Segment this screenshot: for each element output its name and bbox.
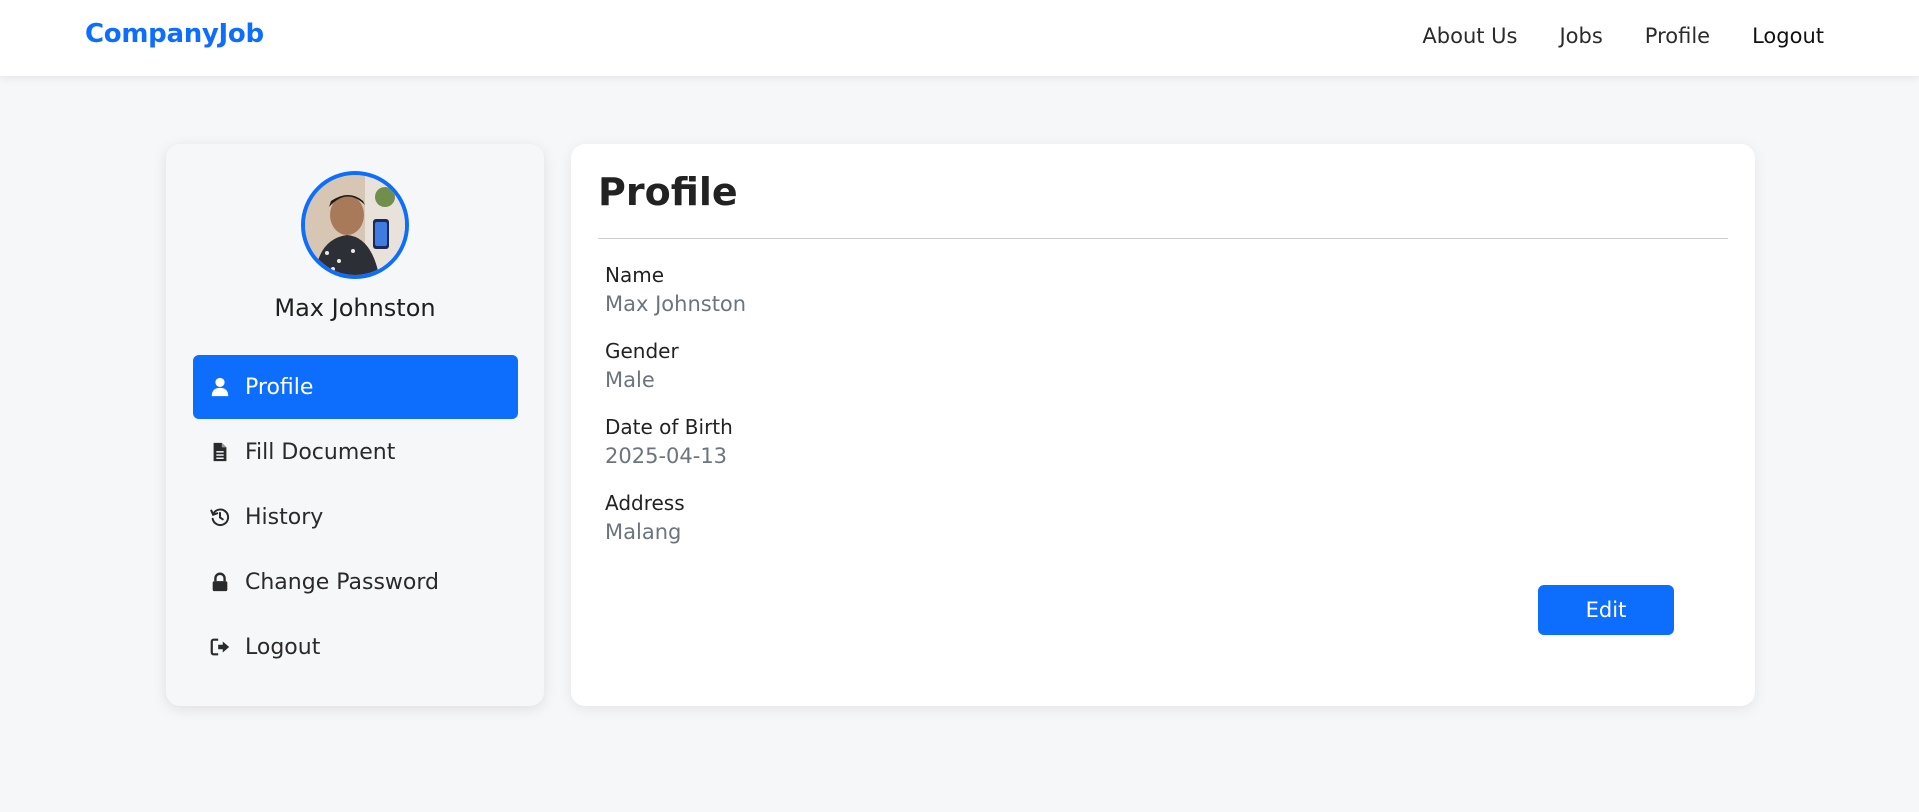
field-address: Address Malang (605, 490, 746, 566)
sidebar-item-label: Profile (245, 374, 314, 400)
field-value: 2025-04-13 (605, 444, 728, 468)
user-icon (209, 376, 231, 398)
field-value: Male (605, 368, 655, 392)
field-value: Malang (605, 520, 682, 544)
user-name: Max Johnston (274, 294, 436, 322)
field-gender: Gender Male (605, 338, 746, 414)
history-icon (209, 506, 231, 528)
nav-link-about-us[interactable]: About Us (1422, 24, 1517, 48)
sidebar-item-change-password[interactable]: Change Password (193, 550, 518, 614)
avatar-photo (305, 175, 405, 275)
field-label: Gender (605, 339, 679, 363)
sidebar-item-label: Logout (245, 634, 321, 660)
nav-links: About Us Jobs Profile Logout (1422, 0, 1824, 72)
sign-out-icon (209, 636, 231, 658)
sidebar-item-label: Change Password (245, 569, 439, 595)
top-navbar: CompanyJob About Us Jobs Profile Logout (0, 0, 1919, 76)
profile-sidebar: Max Johnston Profile Fill Document Histo… (166, 144, 544, 706)
field-name: Name Max Johnston (605, 262, 746, 338)
nav-link-jobs[interactable]: Jobs (1559, 24, 1602, 48)
sidebar-item-profile[interactable]: Profile (193, 355, 518, 419)
avatar (301, 171, 409, 279)
brand-logo[interactable]: CompanyJob (85, 19, 264, 49)
divider (598, 238, 1728, 239)
profile-fields: Name Max Johnston Gender Male Date of Bi… (605, 262, 746, 566)
edit-button[interactable]: Edit (1538, 585, 1674, 635)
field-label: Date of Birth (605, 415, 733, 439)
sidebar-item-history[interactable]: History (193, 485, 518, 549)
field-date-of-birth: Date of Birth 2025-04-13 (605, 414, 746, 490)
sidebar-item-logout[interactable]: Logout (193, 615, 518, 679)
field-value: Max Johnston (605, 292, 747, 316)
sidebar-item-fill-document[interactable]: Fill Document (193, 420, 518, 484)
sidebar-item-label: Fill Document (245, 439, 396, 465)
sidebar-menu: Profile Fill Document History Change Pas… (193, 355, 518, 680)
profile-card: Profile Name Max Johnston Gender Male Da… (571, 144, 1755, 706)
lock-icon (209, 571, 231, 593)
file-text-icon (209, 441, 231, 463)
page-title: Profile (598, 170, 738, 214)
sidebar-item-label: History (245, 504, 324, 530)
nav-link-profile[interactable]: Profile (1645, 24, 1710, 48)
field-label: Address (605, 491, 685, 515)
field-label: Name (605, 263, 665, 287)
nav-link-logout[interactable]: Logout (1752, 24, 1824, 48)
